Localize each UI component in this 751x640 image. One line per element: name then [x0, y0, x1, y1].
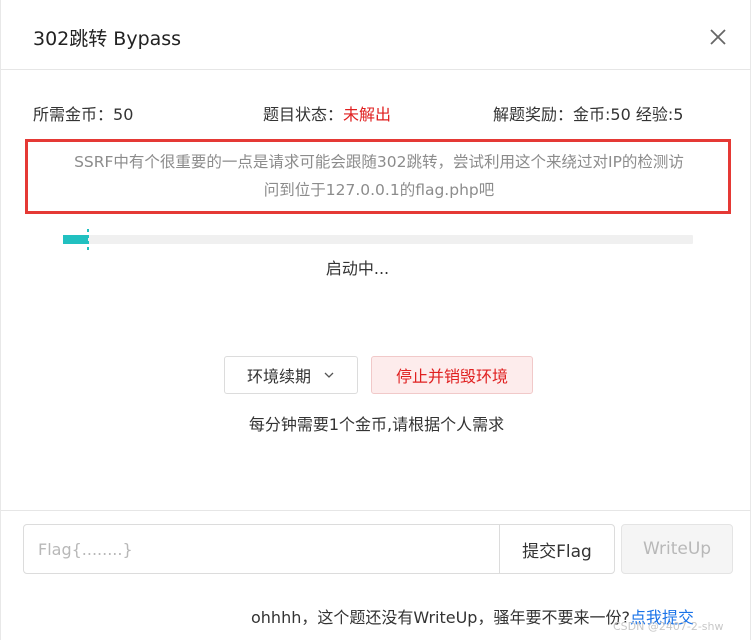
chevron-down-icon	[324, 372, 334, 378]
hint-line-1: SSRF中有个很重要的一点是请求可能会跟随302跳转，尝试利用这个来绕过对IP的…	[74, 153, 684, 171]
reward-label: 解题奖励：	[493, 105, 574, 124]
renew-label: 环境续期	[246, 367, 311, 386]
launch-status: 启动中...	[325, 259, 390, 278]
stop-destroy-button[interactable]: 停止并销毁环境	[371, 356, 533, 394]
status-value: 未解出	[343, 105, 392, 124]
renew-environment-button[interactable]: 环境续期	[224, 356, 358, 394]
cost-note: 每分钟需要1个金币,请根据个人需求	[248, 415, 505, 434]
dialog-title: 302跳转 Bypass	[33, 28, 182, 50]
footer-divider	[1, 510, 751, 511]
challenge-hint: SSRF中有个很重要的一点是请求可能会跟随302跳转，尝试利用这个来绕过对IP的…	[25, 139, 731, 214]
progress-bar	[63, 229, 693, 250]
reward-info: 解题奖励：金币:50 经验:5	[493, 101, 683, 125]
writeup-note-text: ohhhh，这个题还没有WriteUp，骚年要不要来一份?	[251, 608, 630, 627]
reward-value: 金币:50 经验:5	[573, 105, 684, 124]
submit-flag-button[interactable]: 提交Flag	[499, 524, 615, 574]
writeup-button[interactable]: WriteUp	[621, 524, 733, 574]
cost-label: 所需金币：	[33, 105, 114, 124]
hint-line-2: 问到位于127.0.0.1的flag.php吧	[263, 181, 495, 199]
cost-info: 所需金币：50	[33, 101, 133, 125]
status-label: 题目状态：	[263, 105, 344, 124]
challenge-dialog: 302跳转 Bypass 所需金币：50 题目状态：未解出 解题奖励：金币:50…	[0, 0, 751, 640]
close-button[interactable]	[705, 24, 731, 50]
progress-fill	[63, 235, 89, 244]
close-icon	[710, 29, 726, 45]
flag-input[interactable]	[23, 524, 500, 574]
watermark: CSDN @2407-2-shw	[613, 620, 724, 633]
cost-value: 50	[113, 105, 134, 124]
progress-cursor	[87, 229, 90, 250]
status-info: 题目状态：未解出	[263, 101, 391, 125]
dialog-header: 302跳转 Bypass	[1, 0, 751, 70]
